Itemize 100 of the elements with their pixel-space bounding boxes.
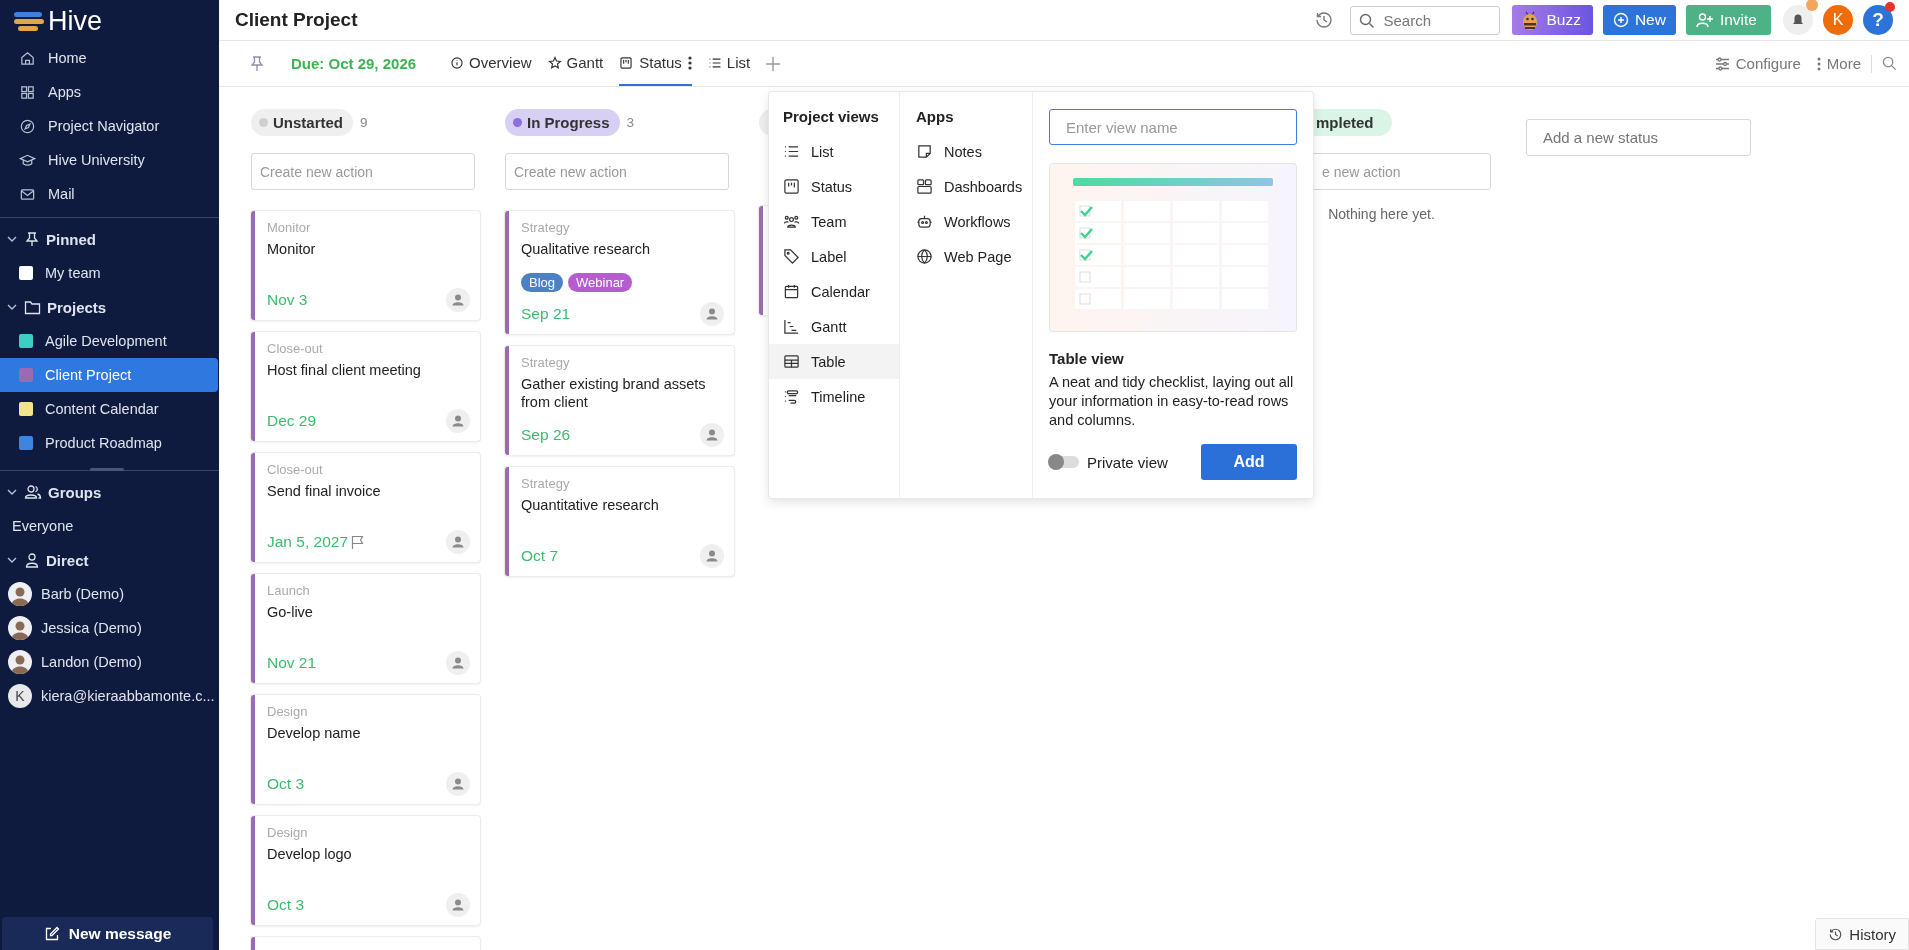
direct-message-item[interactable]: Landon (Demo) xyxy=(0,645,219,679)
due-date: Oct 3 xyxy=(267,896,305,914)
toolbar-action[interactable]: More xyxy=(1816,55,1861,72)
task-card[interactable]: Strategy Qualitative research Blog Webinar Sep 21 xyxy=(505,211,734,334)
assignee-icon[interactable] xyxy=(700,302,724,326)
assignee-icon[interactable] xyxy=(446,772,470,796)
add-icon[interactable] xyxy=(766,56,781,71)
search-field[interactable]: Search xyxy=(1350,5,1501,35)
view-tab[interactable]: Status xyxy=(619,41,692,86)
new-button[interactable]: New xyxy=(1602,5,1676,35)
task-card[interactable]: Close-out Send final invoice Jan 5, 2027 xyxy=(251,453,480,562)
card-title: Develop name xyxy=(267,724,362,742)
task-card[interactable]: Monitor Monitor Nov 3 xyxy=(251,211,480,320)
project-item[interactable]: Client Project xyxy=(0,358,218,392)
view-option[interactable]: Status xyxy=(769,169,899,204)
view-option[interactable]: Calendar xyxy=(769,274,899,309)
section-header[interactable]: Groups xyxy=(0,475,219,509)
note-icon xyxy=(916,143,933,160)
nav-item[interactable]: Project Navigator xyxy=(0,109,219,143)
info-icon xyxy=(450,55,465,70)
section-header[interactable]: Direct xyxy=(0,543,219,577)
pin-icon[interactable] xyxy=(249,54,265,73)
more-icon[interactable] xyxy=(687,55,692,70)
project-item[interactable]: Content Calendar xyxy=(0,392,218,426)
card-category: Design xyxy=(267,704,309,719)
add-status-field[interactable]: Add a new status xyxy=(1526,119,1751,156)
assignee-icon[interactable] xyxy=(446,893,470,917)
new-message-button[interactable]: New message xyxy=(2,917,213,950)
pin-icon xyxy=(24,231,40,247)
task-card[interactable]: Strategy Gather existing brand assets from client Sep 26 xyxy=(505,346,734,455)
assignee-icon[interactable] xyxy=(446,530,470,554)
compose-icon xyxy=(43,925,60,942)
assignee-icon[interactable] xyxy=(700,544,724,568)
view-option[interactable]: Gantt xyxy=(769,309,899,344)
view-option[interactable]: Label xyxy=(769,239,899,274)
view-option[interactable]: List xyxy=(769,134,899,169)
preview-description: A neat and tidy checklist, laying out all your information in easy-to-read rows and columns. xyxy=(1049,373,1295,430)
due-date: Nov 3 xyxy=(267,291,308,309)
menu-heading: Apps xyxy=(915,108,955,127)
view-tab[interactable]: List xyxy=(707,41,751,86)
view-option[interactable]: Table xyxy=(769,344,899,379)
direct-message-item[interactable]: K kiera@kieraabbamonte.c... xyxy=(0,679,219,713)
empty-message: Nothing here yet. xyxy=(1327,206,1436,222)
app-option[interactable]: Web Page xyxy=(900,239,1032,274)
help-button[interactable]: ? xyxy=(1863,5,1893,35)
new-action-field[interactable]: Create new action xyxy=(251,153,475,190)
avatar-icon xyxy=(8,616,32,640)
bell-icon[interactable] xyxy=(1783,5,1813,35)
toolbar-action[interactable]: Configure xyxy=(1714,55,1801,72)
section-header[interactable]: Pinned xyxy=(0,222,219,256)
history-icon[interactable] xyxy=(1314,10,1335,30)
project-item[interactable]: Product Roadmap xyxy=(0,426,218,460)
search-icon[interactable] xyxy=(1882,56,1897,71)
direct-message-item[interactable]: Jessica (Demo) xyxy=(0,611,219,645)
due-date: Jan 5, 2027 xyxy=(267,533,348,551)
avatar-icon xyxy=(8,650,32,674)
app-option[interactable]: Notes xyxy=(900,134,1032,169)
card-title: Quantitative research xyxy=(521,496,660,514)
project-item[interactable]: My team xyxy=(0,256,218,290)
assignee-icon[interactable] xyxy=(446,409,470,433)
section-header[interactable]: Projects xyxy=(0,290,219,324)
list-icon xyxy=(783,143,800,160)
card-category: Launch xyxy=(267,583,311,598)
view-name-field[interactable]: Enter view name xyxy=(1049,109,1297,145)
status-name: Unstarted xyxy=(273,113,343,131)
add-button[interactable]: Add xyxy=(1201,444,1297,480)
view-tab[interactable]: Gantt xyxy=(547,41,604,86)
task-card[interactable]: Launch Go-live Nov 21 xyxy=(251,574,480,683)
globe-icon xyxy=(916,248,933,265)
task-card[interactable]: Design Develop name Oct 3 xyxy=(251,695,480,804)
star-icon xyxy=(547,55,562,70)
history-button[interactable]: History xyxy=(1815,918,1909,950)
robot-icon xyxy=(916,213,933,230)
tag-label: Webinar xyxy=(568,273,633,292)
view-option[interactable]: Team xyxy=(769,204,899,239)
person-name: Landon (Demo) xyxy=(41,654,142,670)
view-tab[interactable]: Overview xyxy=(450,41,532,86)
direct-message-item[interactable]: Barb (Demo) xyxy=(0,577,219,611)
menu-heading: Project views xyxy=(782,108,880,127)
app-option[interactable]: Dashboards xyxy=(900,169,1032,204)
view-option[interactable]: Timeline xyxy=(769,379,899,414)
group-item[interactable]: Everyone xyxy=(0,509,219,543)
card-title: Qualitative research xyxy=(521,240,651,258)
assignee-icon[interactable] xyxy=(446,651,470,675)
assignee-icon[interactable] xyxy=(700,423,724,447)
app-option[interactable]: Workflows xyxy=(900,204,1032,239)
project-item[interactable]: Agile Development xyxy=(0,324,218,358)
task-card[interactable]: Close-out Host final client meeting Dec 29 xyxy=(251,332,480,441)
task-card[interactable]: Strategy Quantitative research Oct 7 xyxy=(505,467,734,576)
buzz-button[interactable]: Buzz xyxy=(1512,5,1593,35)
nav-item[interactable]: Home xyxy=(0,41,219,75)
nav-item[interactable]: Mail xyxy=(0,177,219,211)
timeline-icon xyxy=(783,388,800,405)
history-icon xyxy=(1828,926,1844,942)
task-card[interactable]: Design Develop logo Oct 3 xyxy=(251,816,480,925)
assignee-icon[interactable] xyxy=(446,288,470,312)
new-action-field[interactable]: Create new action xyxy=(505,153,729,190)
nav-item[interactable]: Apps xyxy=(0,75,219,109)
nav-item[interactable]: Hive University xyxy=(0,143,219,177)
private-view-toggle[interactable] xyxy=(1049,456,1079,468)
